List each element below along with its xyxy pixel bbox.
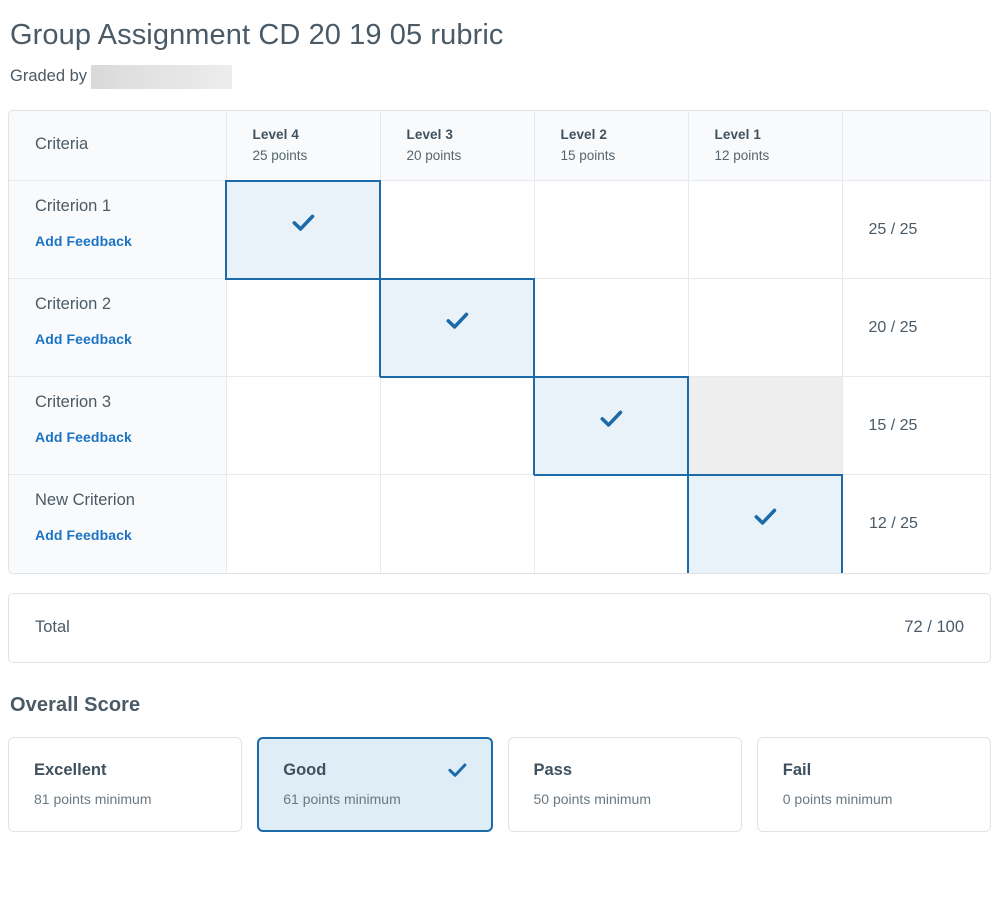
rubric-page: Group Assignment CD 20 19 05 rubric Grad…	[0, 0, 999, 832]
rating-cell-level-3[interactable]	[380, 180, 535, 280]
rating-cell-level-2[interactable]	[534, 180, 689, 280]
check-icon	[227, 182, 379, 232]
overall-score-options: Excellent 81 points minimum Good 61 points …	[8, 736, 991, 832]
page-title: Group Assignment CD 20 19 05 rubric	[10, 19, 504, 51]
graded-by-label: Graded by	[10, 67, 88, 86]
level-points: 15 points	[560, 147, 616, 163]
level-name: Level 4	[252, 126, 299, 142]
criterion-score-cell: 25 / 25	[842, 180, 990, 280]
overall-score-option-name: Excellent	[34, 760, 107, 779]
level-name: Level 3	[406, 126, 453, 142]
header-score-label	[843, 111, 991, 127]
criterion-cell: Criterion 2 Add Feedback	[9, 278, 227, 378]
header-criteria: Criteria	[9, 110, 227, 182]
rubric-header-row: Criteria Level 4 25 points Level 3 20 po…	[9, 110, 991, 182]
check-icon	[381, 280, 533, 330]
table-row: Criterion 1 Add Feedback 25 / 25	[9, 179, 990, 280]
header-criteria-label: Criteria	[35, 134, 89, 153]
overall-score-option-name: Fail	[782, 760, 812, 779]
criterion-cell: Criterion 3 Add Feedback	[9, 376, 227, 476]
criterion-score-cell: 12 / 25	[842, 474, 990, 573]
overall-score-option-fail[interactable]: Fail 0 points minimum	[756, 736, 991, 832]
add-feedback-link[interactable]: Add Feedback	[35, 429, 132, 445]
level-name: Level 1	[714, 126, 761, 142]
check-icon	[447, 763, 467, 778]
total-label: Total	[35, 618, 70, 637]
rating-cell-level-1[interactable]	[688, 376, 843, 476]
overall-score-option-minimum: 50 points minimum	[533, 790, 652, 807]
table-row: New Criterion Add Feedback 12 / 25	[9, 473, 990, 573]
header-level-1: Level 1 12 points	[688, 110, 843, 182]
rubric-table-head: Criteria Level 4 25 points Level 3 20 po…	[9, 110, 991, 182]
header-score	[842, 110, 991, 182]
rating-cell-level-1[interactable]	[688, 278, 843, 378]
rubric-table-body: Criterion 1 Add Feedback 25 / 25 Criterion …	[9, 179, 990, 573]
rating-cell-level-4[interactable]	[226, 474, 381, 573]
graded-by: Graded by	[8, 53, 991, 91]
add-feedback-link[interactable]: Add Feedback	[35, 331, 132, 347]
rating-cell-level-1[interactable]	[688, 180, 843, 280]
check-icon	[535, 378, 687, 428]
rating-cell-level-2[interactable]	[533, 375, 689, 476]
rating-cell-level-3[interactable]	[380, 474, 535, 573]
criterion-score: 20 / 25	[868, 319, 918, 337]
check-icon	[689, 476, 841, 526]
criterion-score: 15 / 25	[868, 417, 918, 435]
criterion-score-cell: 15 / 25	[842, 376, 990, 476]
criterion-name: New Criterion	[35, 491, 135, 510]
rating-cell-level-1[interactable]	[687, 473, 843, 573]
criterion-name: Criterion 1	[35, 197, 112, 216]
criterion-name: Criterion 2	[35, 295, 112, 314]
overall-score-option-minimum: 0 points minimum	[782, 790, 893, 807]
rating-cell-level-2[interactable]	[534, 474, 689, 573]
table-row: Criterion 3 Add Feedback 15 / 25	[9, 375, 990, 476]
rating-cell-level-4[interactable]	[226, 376, 381, 476]
overall-score-option-good[interactable]: Good 61 points minimum	[257, 736, 493, 832]
overall-score-option-pass[interactable]: Pass 50 points minimum	[507, 736, 742, 832]
header-level-3: Level 3 20 points	[380, 110, 535, 182]
criterion-cell: New Criterion Add Feedback	[9, 474, 227, 573]
level-points: 25 points	[252, 147, 308, 163]
total-value: 72 / 100	[904, 618, 964, 637]
header-level-2: Level 2 15 points	[534, 110, 689, 182]
overall-score-option-name: Good	[283, 760, 327, 779]
criterion-name: Criterion 3	[35, 393, 112, 412]
total-card: Total 72 / 100	[8, 592, 991, 663]
rubric-table-container: Criteria Level 4 25 points Level 3 20 po…	[8, 109, 991, 574]
overall-score-option-minimum: 61 points minimum	[283, 790, 401, 807]
level-name: Level 2	[560, 126, 607, 142]
rating-cell-level-4[interactable]	[225, 179, 381, 280]
overall-score-option-name: Pass	[533, 760, 573, 779]
overall-score-option-minimum: 81 points minimum	[34, 790, 152, 807]
rating-cell-level-3[interactable]	[380, 376, 535, 476]
table-row: Criterion 2 Add Feedback 20 / 25	[9, 277, 990, 378]
overall-score-option-excellent[interactable]: Excellent 81 points minimum	[8, 736, 243, 832]
rating-cell-level-3[interactable]	[379, 277, 535, 378]
criterion-score: 12 / 25	[869, 515, 918, 533]
add-feedback-link[interactable]: Add Feedback	[35, 233, 132, 249]
level-points: 20 points	[406, 147, 462, 163]
criterion-score: 25 / 25	[868, 221, 918, 239]
rating-cell-level-2[interactable]	[534, 278, 689, 378]
graded-by-redacted-name	[91, 64, 233, 89]
overall-score-heading: Overall Score	[10, 693, 141, 716]
criterion-cell: Criterion 1 Add Feedback	[9, 180, 227, 280]
header-level-4: Level 4 25 points	[226, 110, 381, 182]
level-points: 12 points	[714, 147, 770, 163]
criterion-score-cell: 20 / 25	[842, 278, 990, 378]
rubric-table: Criteria Level 4 25 points Level 3 20 po…	[9, 110, 991, 573]
rating-cell-level-4[interactable]	[226, 278, 381, 378]
add-feedback-link[interactable]: Add Feedback	[35, 527, 132, 543]
